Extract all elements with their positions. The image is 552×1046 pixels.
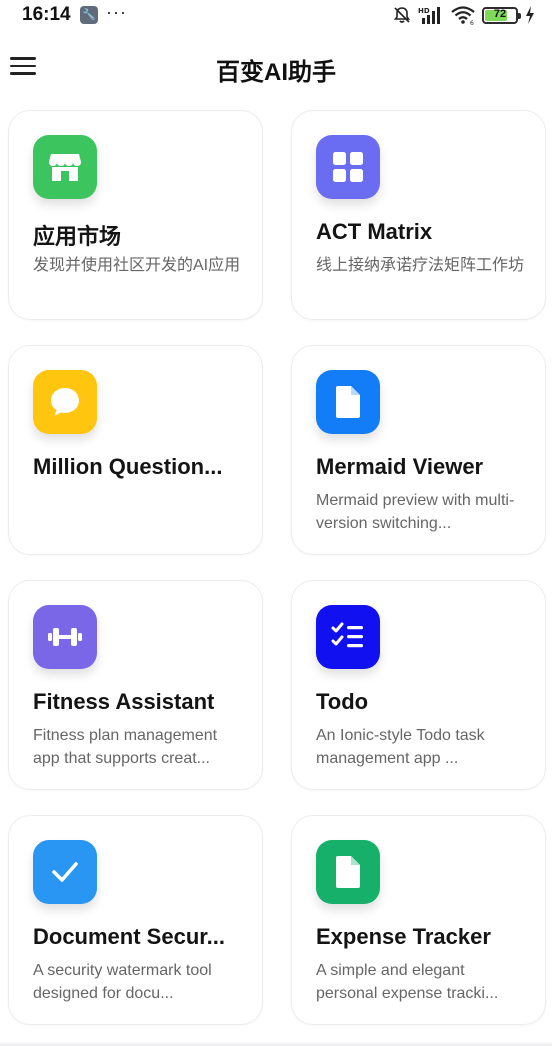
app-card-todo[interactable]: Todo An Ionic-style Todo task management… xyxy=(291,580,546,790)
status-bar: 16:14 🔧 ··· HD 6 72 xyxy=(0,0,552,32)
wrench-icon: 🔧 xyxy=(80,6,98,24)
wifi-icon: 6 xyxy=(451,6,475,25)
app-grid: 应用市场 发现并使用社区开发的AI应用 ACT Matrix 线上接纳承诺疗法矩… xyxy=(8,110,546,1025)
status-time: 16:14 xyxy=(22,4,71,25)
card-description: A security watermark tool designed for d… xyxy=(33,962,212,1002)
chat-bubble-icon xyxy=(33,370,97,434)
card-title: Todo xyxy=(316,689,369,714)
app-card-expense-tracker[interactable]: Expense Tracker A simple and elegant per… xyxy=(291,815,546,1025)
battery-indicator: 72 xyxy=(482,6,521,24)
status-overflow-dots: ··· xyxy=(106,2,127,22)
svg-text:HD: HD xyxy=(418,7,430,15)
store-icon xyxy=(33,135,97,199)
card-description: Fitness plan management app that support… xyxy=(33,727,218,767)
app-card-market[interactable]: 应用市场 发现并使用社区开发的AI应用 xyxy=(8,110,263,320)
app-header: 百变AI助手 xyxy=(0,38,552,96)
card-title: Fitness Assistant xyxy=(33,689,215,714)
app-card-mermaid-viewer[interactable]: Mermaid Viewer Mermaid preview with mult… xyxy=(291,345,546,555)
card-title: Document Secur... xyxy=(33,924,225,949)
card-description: Mermaid preview with multi-version switc… xyxy=(316,492,515,532)
dumbbell-icon xyxy=(33,605,97,669)
card-title: Million Question... xyxy=(33,454,223,479)
app-card-document-security[interactable]: Document Secur... A security watermark t… xyxy=(8,815,263,1025)
app-card-million-questions[interactable]: Million Question... xyxy=(8,345,263,555)
app-card-fitness-assistant[interactable]: Fitness Assistant Fitness plan managemen… xyxy=(8,580,263,790)
card-description: A simple and elegant personal expense tr… xyxy=(316,962,499,1002)
document-icon xyxy=(316,370,380,434)
page-title: 百变AI助手 xyxy=(216,59,336,86)
lightning-icon xyxy=(526,6,534,24)
document-icon xyxy=(316,840,380,904)
battery-cap xyxy=(518,12,521,19)
status-indicators: HD 6 72 xyxy=(392,4,536,26)
card-title: 应用市场 xyxy=(33,224,122,249)
app-card-act-matrix[interactable]: ACT Matrix 线上接纳承诺疗法矩阵工作坊 xyxy=(291,110,546,320)
signal-hd-icon: HD xyxy=(418,7,440,24)
battery-level-text: 72 xyxy=(493,7,507,20)
checklist-icon xyxy=(316,605,380,669)
card-title: ACT Matrix xyxy=(316,219,433,244)
bell-muted-icon xyxy=(393,7,411,23)
card-description: 发现并使用社区开发的AI应用 xyxy=(33,257,241,274)
card-title: Expense Tracker xyxy=(316,924,491,949)
checkmark-icon xyxy=(33,840,97,904)
svg-text:6: 6 xyxy=(470,20,474,25)
card-title: Mermaid Viewer xyxy=(316,454,484,479)
card-description: An Ionic-style Todo task management app … xyxy=(316,727,485,767)
grid-icon xyxy=(316,135,380,199)
card-description: 线上接纳承诺疗法矩阵工作坊 xyxy=(316,257,525,274)
